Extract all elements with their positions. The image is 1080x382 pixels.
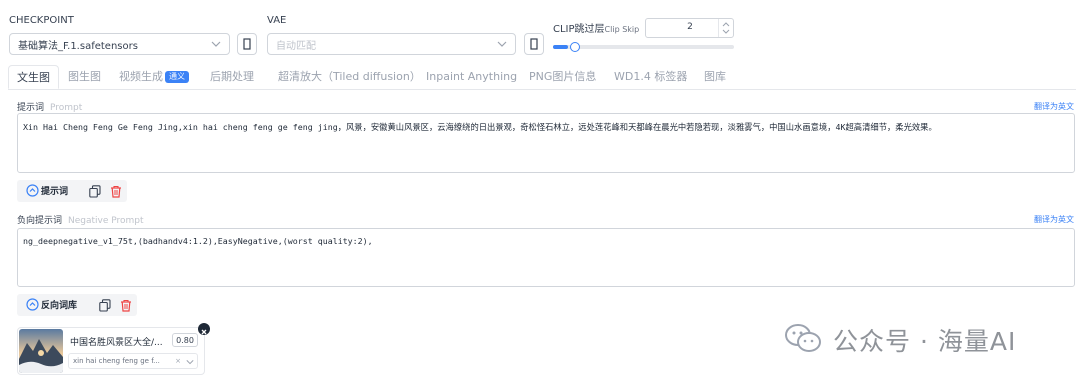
- lora-trigger-word: xin hai cheng feng ge f...: [73, 357, 160, 365]
- trash-icon: [111, 185, 121, 198]
- chevron-up-circle-icon: [26, 298, 39, 311]
- lora-title: 中国名胜风景区大全/...: [70, 338, 163, 348]
- checkpoint-label: CHECKPOINT: [9, 15, 74, 26]
- clip-skip-number-input[interactable]: 2: [645, 18, 734, 38]
- chevron-down-icon: [497, 41, 507, 47]
- main-tabs: 文生图 图生图 视频生成 通义 后期处理 超清放大（Tiled diffusion…: [8, 65, 1076, 90]
- prompt-copy-button[interactable]: [88, 184, 102, 198]
- translate-prompt-link[interactable]: 翻译为英文: [1034, 101, 1074, 112]
- negative-prompt-textarea[interactable]: ng_deepnegative_v1_75t,(badhandv4:1.2),E…: [17, 228, 1075, 287]
- prompt-delete-button[interactable]: [109, 184, 123, 198]
- tab-label: 视频生成: [119, 70, 163, 83]
- negative-prompt-label: 负向提示词 Negative Prompt: [17, 213, 144, 226]
- vae-value: 自动匹配: [276, 40, 316, 52]
- remove-trigger-icon[interactable]: ×: [175, 354, 181, 368]
- clip-skip-label-cn: CLIP跳过层: [553, 24, 605, 35]
- checkpoint-value: 基础算法_F.1.safetensors: [18, 40, 138, 52]
- copy-icon: [99, 298, 111, 312]
- prompt-label-en: Prompt: [50, 103, 83, 113]
- tab-png-info[interactable]: PNG图片信息: [529, 65, 596, 89]
- clip-skip-slider-fill: [553, 45, 568, 49]
- trash-icon: [121, 299, 131, 312]
- tab-label: 图库: [704, 70, 726, 83]
- tab-label: 后期处理: [210, 70, 254, 83]
- negative-prompt-toggle-label: 反向词库: [41, 301, 78, 311]
- tab-img2img[interactable]: 图生图: [68, 65, 101, 89]
- vae-label: VAE: [267, 15, 287, 26]
- lora-trigger-word-field[interactable]: xin hai cheng feng ge f... ×: [68, 353, 198, 369]
- clip-skip-stepper[interactable]: [718, 19, 733, 37]
- checkpoint-refresh-button[interactable]: [237, 33, 257, 55]
- tab-extras[interactable]: 后期处理: [210, 65, 254, 89]
- chevron-down-icon: [211, 41, 221, 47]
- negative-prompt-label-en: Negative Prompt: [68, 216, 144, 226]
- clip-skip-label: CLIP跳过层Clip Skip: [553, 20, 639, 35]
- document-icon: [530, 38, 538, 50]
- copy-icon: [89, 184, 101, 198]
- translate-negative-prompt-link[interactable]: 翻译为英文: [1034, 214, 1074, 225]
- tab-txt2img[interactable]: 文生图: [8, 65, 59, 89]
- clip-skip-slider-track[interactable]: [553, 42, 734, 52]
- lora-card[interactable]: 中国名胜风景区大全/... 0.80 xin hai cheng feng ge…: [17, 327, 205, 375]
- tab-gallery[interactable]: 图库: [704, 65, 726, 89]
- tab-wd14-tagger[interactable]: WD1.4 标签器: [614, 65, 687, 89]
- negative-prompt-delete-button[interactable]: [119, 298, 133, 312]
- prompt-label-cn: 提示词: [17, 103, 45, 113]
- clip-skip-label-en: Clip Skip: [604, 25, 640, 34]
- checkpoint-select[interactable]: 基础算法_F.1.safetensors: [9, 33, 230, 55]
- document-icon: [243, 38, 251, 50]
- mountain-landscape-thumbnail: [19, 329, 63, 373]
- tab-badge: 通义: [165, 71, 189, 83]
- chevron-down-icon[interactable]: [186, 358, 194, 366]
- tab-label: WD1.4 标签器: [614, 70, 688, 83]
- prompt-label: 提示词 Prompt: [17, 100, 82, 113]
- prompt-textarea[interactable]: Xin Hai Cheng Feng Ge Feng Jing,xin hai …: [17, 113, 1075, 173]
- tab-tiled-diffusion[interactable]: 超清放大（Tiled diffusion）: [278, 65, 421, 89]
- remove-lora-button[interactable]: [198, 323, 210, 335]
- tab-label: 文生图: [17, 71, 50, 84]
- negative-prompt-label-cn: 负向提示词: [17, 216, 63, 226]
- negative-prompt-copy-button[interactable]: [98, 298, 112, 312]
- vae-refresh-button[interactable]: [524, 33, 544, 55]
- chevron-up-circle-icon: [26, 184, 39, 197]
- wechat-logo-icon: [784, 322, 822, 354]
- prompt-toggle-button[interactable]: 提示词: [26, 184, 68, 197]
- tab-video[interactable]: 视频生成 通义: [119, 65, 189, 89]
- tab-label: 图生图: [68, 70, 101, 83]
- close-icon: [201, 329, 207, 335]
- lora-weight-input[interactable]: 0.80: [172, 333, 198, 347]
- lora-thumbnail: [19, 329, 63, 373]
- tab-inpaint-anything[interactable]: Inpaint Anything: [426, 65, 517, 89]
- tab-label: 超清放大（Tiled diffusion）: [278, 70, 421, 83]
- negative-prompt-toggle-button[interactable]: 反向词库: [26, 298, 77, 311]
- tab-label: Inpaint Anything: [426, 70, 518, 83]
- tab-label: PNG图片信息: [529, 70, 597, 83]
- watermark-text: 公众号 · 海量AI: [833, 327, 1017, 356]
- stepper-arrows-icon: [722, 22, 730, 34]
- clip-skip-slider-thumb[interactable]: [570, 42, 580, 52]
- prompt-toggle-label: 提示词: [41, 187, 69, 197]
- vae-select[interactable]: 自动匹配: [267, 33, 516, 55]
